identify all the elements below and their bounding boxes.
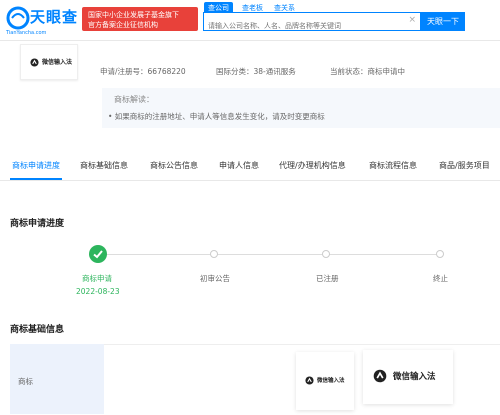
tianyancha-logo-icon[interactable]	[6, 6, 30, 30]
step-date-apply: 2022-08-23	[76, 287, 120, 296]
active-tab-indicator	[10, 178, 62, 180]
step-label-terminated: 终止	[433, 274, 448, 283]
logo-subtitle: TianYancha.com	[6, 30, 47, 36]
basic-info-title: 商标基础信息	[10, 325, 65, 335]
tab-progress[interactable]: 商标申请进度	[12, 160, 60, 171]
step-dot-terminated	[436, 250, 444, 258]
check-icon	[89, 245, 107, 263]
step-dot-preliminary	[210, 250, 218, 258]
trademark-thumb-name: 微信输入法	[42, 59, 73, 66]
trademark-label: 商标	[18, 377, 33, 386]
progress-title: 商标申请进度	[10, 219, 65, 229]
tab-announcement[interactable]: 商标公告信息	[150, 160, 198, 171]
tab-process[interactable]: 商标流程信息	[369, 160, 417, 171]
tab-goods-services[interactable]: 商品/服务项目	[439, 160, 490, 171]
gov-badge-line2: 官方备案企业征信机构	[88, 21, 158, 29]
trademark-image-large-text: 微信输入法	[393, 372, 436, 382]
progress-track	[98, 254, 440, 255]
trademark-image-small-text: 微信输入法	[317, 378, 345, 384]
trademark-image-large[interactable]: 微信输入法	[363, 350, 453, 404]
trademark-thumbnail[interactable]: 微信输入法	[20, 44, 78, 80]
wechat-input-logo-icon	[373, 369, 387, 383]
clear-icon[interactable]: ×	[408, 15, 416, 25]
step-label-apply: 商标申请	[82, 274, 112, 283]
step-label-registered: 已注册	[316, 274, 339, 283]
tab-applicant[interactable]: 申请人信息	[219, 160, 259, 171]
tab-agency[interactable]: 代理/办理机构信息	[279, 160, 346, 171]
tab-basic-info[interactable]: 商标基础信息	[80, 160, 128, 171]
search-input[interactable]	[208, 18, 398, 34]
search-box: ×	[203, 12, 421, 34]
gov-badge: 国家中小企业发展子基金旗下 官方备案企业征信机构	[82, 7, 198, 31]
search-button[interactable]: 天眼一下	[421, 12, 465, 31]
section-tabs: 商标申请进度 商标基础信息 商标公告信息 申请人信息 代理/办理机构信息 商标流…	[0, 152, 500, 181]
step-label-preliminary: 初审公告	[200, 274, 230, 283]
gov-badge-line1: 国家中小企业发展子基金旗下	[88, 11, 179, 19]
wechat-input-logo-icon	[30, 58, 39, 67]
explain-box	[102, 88, 500, 128]
step-dot-registered	[322, 250, 330, 258]
trademark-image-small[interactable]: 微信输入法	[296, 352, 354, 410]
logo-text[interactable]: 天眼查	[30, 6, 78, 27]
international-class: 国际分类：38-通讯服务	[216, 67, 296, 76]
current-status: 当前状态：商标申请中	[330, 67, 405, 76]
registration-number: 申请/注册号：66768220	[100, 67, 186, 76]
explain-body: • 如果商标的注册地址、申请人等信息发生变化，请及时变更商标	[108, 112, 325, 121]
wechat-input-logo-icon	[305, 376, 314, 385]
explain-title: 商标解读：	[114, 95, 154, 104]
